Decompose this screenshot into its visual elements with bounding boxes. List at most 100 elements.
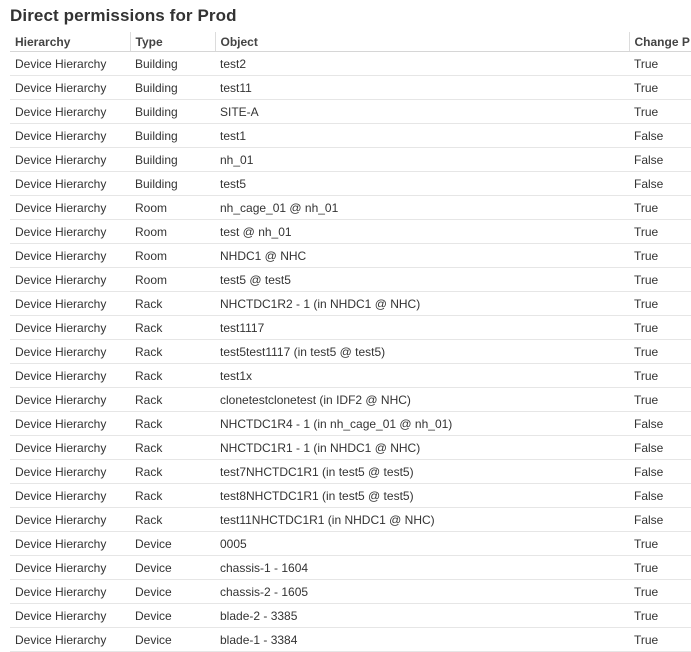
table-row[interactable]: Device Hierarchy Device blade-2 - 3385 True <box>10 603 691 628</box>
cell-object: test @ nh_01 <box>215 219 629 244</box>
cell-change-permission: True <box>629 603 691 628</box>
table-row[interactable]: Device Hierarchy Device chassis-1 - 1604 Tr… <box>10 555 691 580</box>
cell-object: clonetestclonetest (in IDF2 @ NHC) <box>215 387 629 412</box>
cell-change-permission: False <box>629 483 691 508</box>
table-row[interactable]: Device Hierarchy Rack test1x True <box>10 363 691 388</box>
cell-change-permission: True <box>629 315 691 340</box>
cell-hierarchy: Device Hierarchy <box>10 219 130 244</box>
table-row[interactable]: Device Hierarchy Building test5 False <box>10 171 691 196</box>
cell-type: Rack <box>130 291 215 316</box>
table-row[interactable]: Device Hierarchy Room nh_cage_01 @ nh_01 Tr… <box>10 195 691 220</box>
table-row[interactable]: Device Hierarchy Rack test11NHCTDC1R1 (in … <box>10 507 691 532</box>
cell-object: NHCTDC1R4 - 1 (in nh_cage_01 @ nh_01) <box>215 411 629 436</box>
table-row[interactable]: Device Hierarchy Building test11 True <box>10 75 691 100</box>
cell-hierarchy: Device Hierarchy <box>10 147 130 172</box>
cell-hierarchy: Device Hierarchy <box>10 243 130 268</box>
cell-hierarchy: Device Hierarchy <box>10 123 130 148</box>
table-row[interactable]: Device Hierarchy Building test1 False <box>10 123 691 148</box>
table-header-row: Hierarchy Type Object Change P <box>10 32 691 52</box>
cell-object: NHCTDC1R1 - 1 (in NHDC1 @ NHC) <box>215 435 629 460</box>
cell-object: NHDC1 @ NHC <box>215 243 629 268</box>
cell-hierarchy: Device Hierarchy <box>10 387 130 412</box>
column-header-type[interactable]: Type <box>129 32 215 52</box>
cell-change-permission: True <box>629 267 691 292</box>
cell-type: Building <box>130 171 215 196</box>
cell-change-permission: False <box>629 123 691 148</box>
cell-object: test8NHCTDC1R1 (in test5 @ test5) <box>215 483 629 508</box>
cell-object: NHCTDC1R2 - 1 (in NHDC1 @ NHC) <box>215 291 629 316</box>
cell-object: blade-2 - 3385 <box>215 603 629 628</box>
cell-object: test2 <box>215 51 629 76</box>
table-row[interactable]: Device Hierarchy Rack clonetestclonetest (… <box>10 387 691 412</box>
cell-change-permission: True <box>629 291 691 316</box>
cell-change-permission: True <box>629 219 691 244</box>
table-row[interactable]: Device Hierarchy Rack NHCTDC1R4 - 1 (in nh… <box>10 411 691 436</box>
cell-change-permission: False <box>629 411 691 436</box>
cell-object: nh_cage_01 @ nh_01 <box>215 195 629 220</box>
column-header-hierarchy[interactable]: Hierarchy <box>10 32 130 52</box>
cell-type: Rack <box>130 459 215 484</box>
cell-object: nh_01 <box>215 147 629 172</box>
table-row[interactable]: Device Hierarchy Room test @ nh_01 True <box>10 219 691 244</box>
cell-type: Room <box>130 195 215 220</box>
cell-type: Device <box>130 603 215 628</box>
table-row[interactable]: Device Hierarchy Rack test1117 True <box>10 315 691 340</box>
cell-type: Building <box>130 51 215 76</box>
cell-change-permission: True <box>629 531 691 556</box>
table-row[interactable]: Device Hierarchy Rack NHCTDC1R1 - 1 (in NH… <box>10 435 691 460</box>
table-row[interactable]: Device Hierarchy Room test5 @ test5 True <box>10 267 691 292</box>
cell-hierarchy: Device Hierarchy <box>10 507 130 532</box>
cell-type: Rack <box>130 339 215 364</box>
cell-change-permission: True <box>629 243 691 268</box>
cell-object: chassis-2 - 1605 <box>215 579 629 604</box>
cell-type: Device <box>130 531 215 556</box>
cell-hierarchy: Device Hierarchy <box>10 291 130 316</box>
table-row[interactable]: Device Hierarchy Building nh_01 False <box>10 147 691 172</box>
table-row[interactable]: Device Hierarchy Rack NHCTDC1R2 - 1 (in NH… <box>10 291 691 316</box>
cell-type: Building <box>130 99 215 124</box>
cell-hierarchy: Device Hierarchy <box>10 411 130 436</box>
cell-type: Rack <box>130 507 215 532</box>
column-header-object[interactable]: Object <box>214 32 629 52</box>
cell-object: test1117 <box>215 315 629 340</box>
cell-type: Device <box>130 555 215 580</box>
table-row[interactable]: Device Hierarchy Rack test8NHCTDC1R1 (in t… <box>10 483 691 508</box>
cell-hierarchy: Device Hierarchy <box>10 75 130 100</box>
cell-change-permission: True <box>629 555 691 580</box>
table-row[interactable]: Device Hierarchy Building SITE-A True <box>10 99 691 124</box>
cell-type: Rack <box>130 435 215 460</box>
page-title: Direct permissions for Prod <box>10 6 237 25</box>
cell-hierarchy: Device Hierarchy <box>10 627 130 652</box>
table-row[interactable]: Device Hierarchy Rack test7NHCTDC1R1 (in t… <box>10 459 691 484</box>
cell-hierarchy: Device Hierarchy <box>10 315 130 340</box>
cell-hierarchy: Device Hierarchy <box>10 555 130 580</box>
cell-change-permission: False <box>629 435 691 460</box>
cell-type: Rack <box>130 411 215 436</box>
permissions-table: Hierarchy Type Object Change P Device Hi… <box>10 32 691 652</box>
cell-type: Rack <box>130 483 215 508</box>
cell-hierarchy: Device Hierarchy <box>10 267 130 292</box>
cell-hierarchy: Device Hierarchy <box>10 363 130 388</box>
cell-change-permission: False <box>629 171 691 196</box>
table-row[interactable]: Device Hierarchy Device 0005 True <box>10 531 691 556</box>
table-row[interactable]: Device Hierarchy Device chassis-2 - 1605 Tr… <box>10 579 691 604</box>
cell-type: Building <box>130 147 215 172</box>
cell-object: test1 <box>215 123 629 148</box>
cell-object: 0005 <box>215 531 629 556</box>
cell-change-permission: True <box>629 99 691 124</box>
cell-hierarchy: Device Hierarchy <box>10 435 130 460</box>
column-header-change-permission[interactable]: Change P <box>628 32 691 52</box>
cell-change-permission: True <box>629 627 691 652</box>
cell-object: test7NHCTDC1R1 (in test5 @ test5) <box>215 459 629 484</box>
cell-type: Rack <box>130 363 215 388</box>
table-row[interactable]: Device Hierarchy Rack test5test1117 (in te… <box>10 339 691 364</box>
table-row[interactable]: Device Hierarchy Building test2 True <box>10 51 691 76</box>
permissions-table-container: Hierarchy Type Object Change P Device Hi… <box>10 32 691 652</box>
cell-object: test1x <box>215 363 629 388</box>
cell-change-permission: True <box>629 579 691 604</box>
table-row[interactable]: Device Hierarchy Room NHDC1 @ NHC True <box>10 243 691 268</box>
cell-type: Device <box>130 579 215 604</box>
cell-object: test11NHCTDC1R1 (in NHDC1 @ NHC) <box>215 507 629 532</box>
table-row[interactable]: Device Hierarchy Device blade-1 - 3384 True <box>10 627 691 652</box>
table-body: Device Hierarchy Building test2 True Device … <box>10 51 691 652</box>
